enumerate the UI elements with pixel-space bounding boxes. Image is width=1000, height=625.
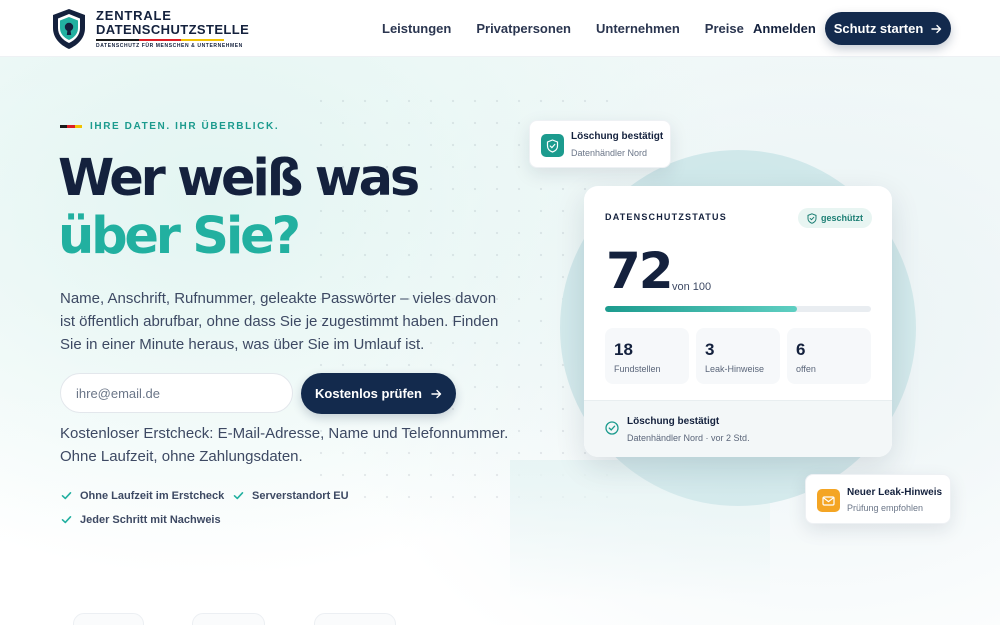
status-badge: geschützt bbox=[798, 208, 873, 228]
email-field[interactable] bbox=[60, 373, 293, 413]
footer-title: Löschung bestätigt bbox=[627, 416, 720, 427]
card-title: Neuer Leak-Hinweis bbox=[847, 487, 943, 498]
card-subtitle: Prüfung empfohlen bbox=[847, 503, 924, 513]
hero-lead: Name, Anschrift, Rufnummer, geleakte Pas… bbox=[60, 290, 499, 353]
nav-item-preise[interactable]: Preise bbox=[705, 21, 744, 36]
start-protection-button[interactable]: Schutz starten bbox=[825, 12, 951, 45]
shield-check-icon bbox=[541, 134, 564, 157]
nav-item-leistungen[interactable]: Leistungen bbox=[382, 21, 451, 36]
logo-tagline: DATENSCHUTZ FÜR MENSCHEN & UNTERNEHMEN bbox=[96, 43, 243, 49]
site-header: ZENTRALE DATENSCHUTZSTELLE DATENSCHUTZ F… bbox=[0, 0, 1000, 57]
score-progress-fill bbox=[605, 306, 797, 312]
free-check-button[interactable]: Kostenlos prüfen bbox=[301, 373, 456, 414]
eyebrow: IHRE DATEN. IHR ÜBERBLICK. bbox=[60, 121, 279, 132]
mail-icon bbox=[817, 489, 840, 512]
card-subtitle: Datenhändler Nord bbox=[571, 148, 648, 158]
headline-line-1: Wer weiß was bbox=[58, 149, 420, 208]
checkmark-icon bbox=[233, 492, 244, 500]
german-flag-icon bbox=[60, 125, 82, 128]
stat-label: Fundstellen bbox=[614, 364, 661, 374]
stat-value: 18 bbox=[614, 340, 633, 359]
status-badge-label: geschützt bbox=[821, 213, 864, 223]
feature-label: Ohne Laufzeit im Erstcheck bbox=[80, 489, 225, 502]
logo-flag-bar bbox=[96, 39, 225, 41]
score-scale: von 100 bbox=[672, 281, 712, 293]
partner-pill bbox=[73, 613, 144, 625]
nav-item-unternehmen[interactable]: Unternehmen bbox=[596, 21, 680, 36]
free-check-label: Kostenlos prüfen bbox=[315, 386, 422, 401]
hero-subtext: Kostenloser Erstcheck: E-Mail-Adresse, N… bbox=[60, 425, 509, 465]
arrow-right-icon bbox=[931, 24, 942, 33]
feature-item: Serverstandort EU bbox=[232, 489, 349, 502]
page: ZENTRALE DATENSCHUTZSTELLE DATENSCHUTZ F… bbox=[0, 0, 1000, 625]
headline-line-2: über Sie? bbox=[58, 207, 301, 266]
login-link[interactable]: Anmelden bbox=[753, 21, 816, 36]
partner-pill bbox=[314, 613, 396, 625]
logo-line-2: DATENSCHUTZSTELLE bbox=[96, 22, 250, 37]
card-title: Löschung bestätigt bbox=[571, 131, 664, 142]
stat-value: 3 bbox=[705, 340, 715, 359]
nav-item-privatpersonen[interactable]: Privatpersonen bbox=[476, 21, 571, 36]
logo-line-1: ZENTRALE bbox=[96, 8, 172, 23]
stat-findings: 18 Fundstellen bbox=[605, 328, 689, 384]
arrow-right-icon bbox=[431, 389, 442, 398]
feature-label: Serverstandort EU bbox=[252, 489, 349, 502]
privacy-score: 72 bbox=[606, 242, 674, 300]
eyebrow-text: IHRE DATEN. IHR ÜBERBLICK. bbox=[90, 121, 280, 132]
stat-label: Leak-Hinweise bbox=[705, 364, 765, 374]
stat-open: 6 offen bbox=[787, 328, 871, 384]
start-protection-label: Schutz starten bbox=[833, 21, 924, 36]
status-card-footer: Löschung bestätigt Datenhändler Nord · v… bbox=[584, 400, 892, 457]
feature-label: Jeder Schritt mit Nachweis bbox=[80, 513, 221, 526]
stat-label: offen bbox=[796, 364, 816, 374]
checkmark-icon bbox=[61, 492, 72, 500]
feature-item: Ohne Laufzeit im Erstcheck bbox=[60, 489, 224, 502]
hero-headline: Wer weiß was über Sie? bbox=[58, 149, 420, 266]
deletion-confirmed-card: Löschung bestätigt Datenhändler Nord bbox=[529, 120, 671, 168]
feature-item: Jeder Schritt mit Nachweis bbox=[60, 513, 221, 526]
checkmark-icon bbox=[61, 516, 72, 524]
score-progress-bar bbox=[605, 306, 871, 312]
footer-subtitle: Datenhändler Nord · vor 2 Std. bbox=[627, 433, 750, 443]
stat-leak-hints: 3 Leak-Hinweise bbox=[696, 328, 780, 384]
status-heading: DATENSCHUTZSTATUS bbox=[605, 212, 727, 222]
check-circle-icon bbox=[605, 421, 619, 435]
shield-check-icon bbox=[807, 212, 817, 224]
partner-pill bbox=[192, 613, 265, 625]
shield-logo-icon bbox=[53, 9, 85, 49]
logo[interactable]: ZENTRALE DATENSCHUTZSTELLE DATENSCHUTZ F… bbox=[50, 7, 249, 51]
main-nav: Leistungen Privatpersonen Unternehmen Pr… bbox=[382, 21, 744, 36]
privacy-status-card: DATENSCHUTZSTATUS geschützt 72 von 100 1… bbox=[584, 186, 892, 457]
new-leak-card: Neuer Leak-Hinweis Prüfung empfohlen bbox=[805, 474, 951, 524]
stat-value: 6 bbox=[796, 340, 806, 359]
